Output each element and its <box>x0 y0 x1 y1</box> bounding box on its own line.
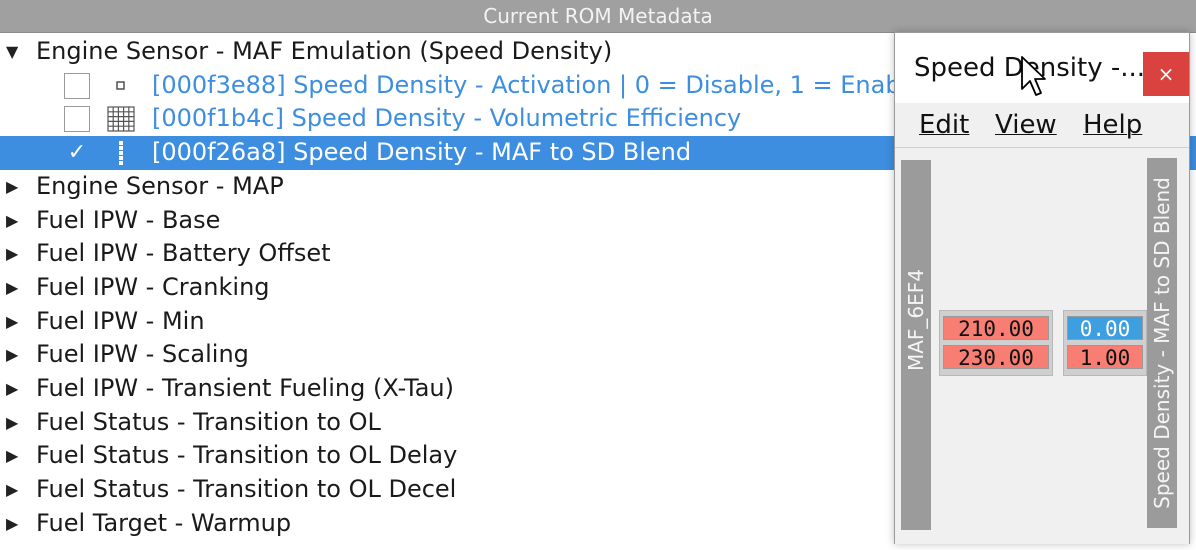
menu-help[interactable]: Help <box>1083 105 1142 145</box>
table-view: MAF_6EF4 210.00 230.00 0.00 1.00 Speed D… <box>895 147 1189 544</box>
menu-view[interactable]: View <box>995 105 1057 145</box>
tree-group-label: Fuel IPW - Base <box>36 205 221 234</box>
tree-group-label: Fuel Status - Transition to OL <box>36 407 381 436</box>
tree-group-label: Fuel IPW - Scaling <box>36 340 249 369</box>
axis-cell[interactable]: 210.00 <box>943 316 1049 341</box>
tree-group-label: Engine Sensor - MAF Emulation (Speed Den… <box>36 37 613 65</box>
panel-title: Current ROM Metadata <box>0 0 1196 33</box>
value-cell[interactable]: 1.00 <box>1067 345 1143 370</box>
table-grid-icon <box>107 106 135 132</box>
collapsed-arrow-icon[interactable]: ▶ <box>6 507 22 540</box>
tree-group-label: Fuel IPW - Cranking <box>36 272 270 301</box>
collapsed-arrow-icon[interactable]: ▶ <box>6 305 22 338</box>
collapsed-arrow-icon[interactable]: ▶ <box>6 338 22 371</box>
tree-group-label: Fuel IPW - Battery Offset <box>36 239 331 268</box>
table-editor-window[interactable]: Speed Density -... × Edit View Help MAF_… <box>894 32 1190 544</box>
checkbox[interactable] <box>64 72 90 99</box>
value-cell[interactable]: 0.00 <box>1067 316 1143 341</box>
tree-group-label: Fuel Status - Transition to OL Decel <box>36 475 457 504</box>
tree-group-label: Engine Sensor - MAP <box>36 171 284 200</box>
collapsed-arrow-icon[interactable]: ▶ <box>6 406 22 439</box>
tree-item-label: [000f1b4c] Speed Density - Volumetric Ef… <box>152 104 742 133</box>
collapsed-arrow-icon[interactable]: ▶ <box>6 237 22 270</box>
column-table-icon <box>119 141 123 166</box>
expanded-arrow-icon[interactable]: ▼ <box>6 35 22 68</box>
menu-bar: Edit View Help <box>895 105 1189 145</box>
tree-group-label: Fuel Status - Transition to OL Delay <box>36 441 458 470</box>
collapsed-arrow-icon[interactable]: ▶ <box>6 271 22 304</box>
collapsed-arrow-icon[interactable]: ▶ <box>6 372 22 405</box>
collapsed-arrow-icon[interactable]: ▶ <box>6 204 22 237</box>
table-label: Speed Density - MAF to SD Blend <box>1150 177 1174 509</box>
tree-group-label: Fuel IPW - Transient Fueling (X-Tau) <box>36 374 454 402</box>
x-axis-label: MAF_6EF4 <box>904 268 928 372</box>
tree-item-label: [000f26a8] Speed Density - MAF to SD Ble… <box>152 138 692 167</box>
collapsed-arrow-icon[interactable]: ▶ <box>6 473 22 506</box>
checkbox[interactable]: ✓ <box>64 140 90 167</box>
axis-cell[interactable]: 230.00 <box>943 345 1049 370</box>
axis-cell-group: 210.00 230.00 <box>939 310 1053 376</box>
tree-group-label: Fuel IPW - Min <box>36 306 205 335</box>
collapsed-arrow-icon[interactable]: ▶ <box>6 170 22 203</box>
tree-group-label: Fuel Target - Warmup <box>36 508 292 537</box>
scalar-icon <box>116 80 125 90</box>
checkbox[interactable] <box>64 106 90 133</box>
close-button[interactable]: × <box>1143 52 1189 96</box>
value-cell-group: 0.00 1.00 <box>1063 310 1147 376</box>
collapsed-arrow-icon[interactable]: ▶ <box>6 439 22 472</box>
mouse-cursor-icon <box>1021 56 1046 96</box>
tree-item-label: [000f3e88] Speed Density - Activation | … <box>152 70 923 99</box>
menu-edit[interactable]: Edit <box>919 105 969 145</box>
